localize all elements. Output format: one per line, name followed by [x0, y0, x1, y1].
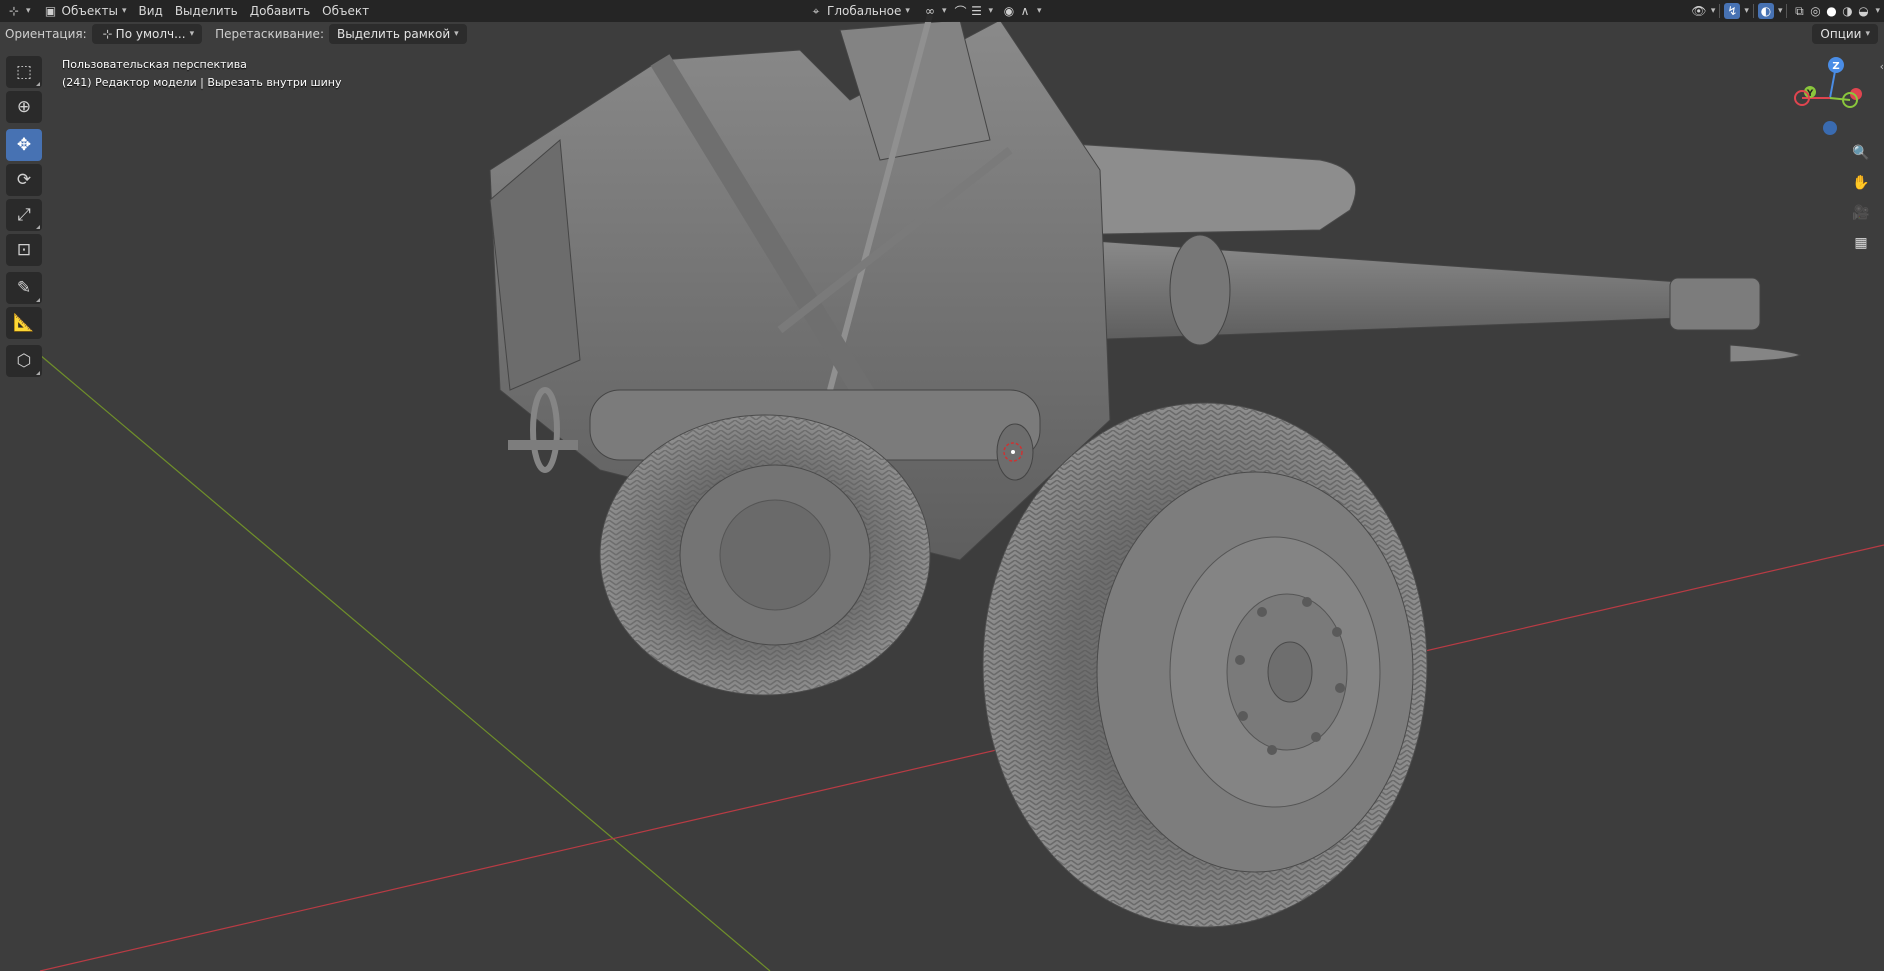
orientation-icon: ⌖ — [812, 3, 820, 18]
xray-icon[interactable]: ⧉ — [1791, 3, 1807, 19]
gizmo-icon[interactable]: ↯ — [1724, 3, 1741, 19]
view-name: Пользовательская перспектива — [62, 58, 247, 71]
mode-dropdown[interactable]: ▣ Объекты ▾ — [37, 0, 133, 22]
render-shading-icon[interactable]: ◒ — [1855, 3, 1871, 19]
pivot-point-button[interactable]: ∞ ▾ — [916, 0, 953, 22]
viewport-header: ⊹ ▾ ▣ Объекты ▾ Вид Выделить Добавить Объ… — [0, 0, 1884, 22]
viewport-info: Пользовательская перспектива (241) Редак… — [62, 56, 341, 92]
transform-tool[interactable]: ⊡ — [6, 234, 42, 266]
object-info: (241) Редактор модели | Вырезать внутри … — [62, 76, 342, 89]
scale-tool[interactable]: ⤢ — [6, 199, 42, 231]
overlay-icon[interactable]: ◐ — [1757, 3, 1774, 19]
proportional-edit-icon[interactable]: ◉ — [1001, 3, 1017, 19]
pan-hand-icon[interactable]: ✋ — [1848, 170, 1874, 196]
material-shading-icon[interactable]: ◑ — [1839, 3, 1855, 19]
mode-label: Объекты — [61, 4, 118, 18]
menu-add[interactable]: Добавить — [244, 0, 316, 22]
navigation-gizmo[interactable]: Z Y — [1790, 56, 1870, 140]
x-axis-line — [39, 544, 1884, 971]
snap-increment-icon[interactable]: ☰ — [968, 3, 984, 19]
grid-perspective-icon[interactable]: ▦ — [1848, 230, 1874, 256]
wireframe-shading-icon[interactable]: ◎ — [1807, 3, 1823, 19]
tool-settings-bar: Ориентация: ⊹ По умолч... ▾ Перетаскиван… — [0, 22, 1884, 46]
add-cube-icon: ⬡ — [16, 351, 32, 371]
orientation-label: Ориентация: — [5, 27, 87, 41]
annotate-icon: ✎ — [16, 278, 32, 298]
options-label: Опции — [1820, 27, 1862, 41]
3d-viewport[interactable] — [0, 0, 1884, 971]
gizmo-z-neg — [1823, 121, 1837, 135]
snap-link-icon: ∞ — [924, 4, 935, 18]
transform-icon: ⊡ — [16, 240, 32, 260]
scene-canvas[interactable] — [0, 0, 1884, 971]
snap-icon[interactable]: ⌒ — [952, 3, 968, 19]
menu-object[interactable]: Объект — [316, 0, 375, 22]
visibility-icon[interactable]: 👁 — [1691, 3, 1707, 19]
drag-label: Перетаскивание: — [215, 27, 324, 41]
drag-value: Выделить рамкой — [336, 27, 451, 41]
gizmo-z-label: Z — [1832, 61, 1839, 72]
navigation-buttons: 🔍 ✋ 🎥 ▦ — [1848, 140, 1874, 260]
options-dropdown[interactable]: Опции ▾ — [1812, 24, 1878, 44]
move-tool[interactable]: ✥ — [6, 129, 42, 161]
orientation-axes-icon: ⊹ — [102, 27, 113, 41]
select-box-icon: ⬚ — [15, 62, 33, 82]
measure-icon: 📐 — [13, 313, 35, 333]
measure-tool[interactable]: 📐 — [6, 307, 42, 339]
left-toolbar: ⬚ ⊕ ✥ ⟳ ⤢ ⊡ ✎ 📐 ⬡ — [6, 56, 44, 380]
editor-type-icon: ⊹ — [8, 4, 20, 18]
editor-type-button[interactable]: ⊹ ▾ — [0, 0, 37, 22]
gun-barrel — [1079, 234, 1802, 363]
falloff-icon[interactable]: ∧ — [1017, 3, 1033, 19]
back-wheel — [599, 414, 931, 696]
camera-view-icon[interactable]: 🎥 — [1848, 200, 1874, 226]
rotate-icon: ⟳ — [16, 170, 32, 190]
annotate-tool[interactable]: ✎ — [6, 272, 42, 304]
solid-shading-icon[interactable]: ● — [1823, 3, 1839, 19]
sidebar-toggle-icon[interactable]: ‹ — [1880, 60, 1884, 73]
front-wheel — [982, 402, 1428, 928]
drag-dropdown[interactable]: Выделить рамкой ▾ — [328, 24, 467, 44]
menu-select[interactable]: Выделить — [169, 0, 244, 22]
move-icon: ✥ — [16, 135, 32, 155]
cursor-icon: ⊕ — [16, 97, 32, 117]
zoom-icon[interactable]: 🔍 — [1848, 140, 1874, 166]
select-box-tool[interactable]: ⬚ — [6, 56, 42, 88]
cursor-tool[interactable]: ⊕ — [6, 91, 42, 123]
orientation-dropdown[interactable]: ⊹ По умолч... ▾ — [91, 24, 203, 44]
transform-orientation-label: Глобальное — [827, 4, 902, 18]
transform-orientation-dropdown[interactable]: ⌖ Глобальное ▾ — [802, 0, 916, 22]
rotate-tool[interactable]: ⟳ — [6, 164, 42, 196]
orientation-value: По умолч... — [115, 27, 186, 41]
add-cube-tool[interactable]: ⬡ — [6, 345, 42, 377]
scale-icon: ⤢ — [17, 205, 31, 225]
object-mode-icon: ▣ — [44, 4, 57, 18]
menu-view[interactable]: Вид — [132, 0, 168, 22]
